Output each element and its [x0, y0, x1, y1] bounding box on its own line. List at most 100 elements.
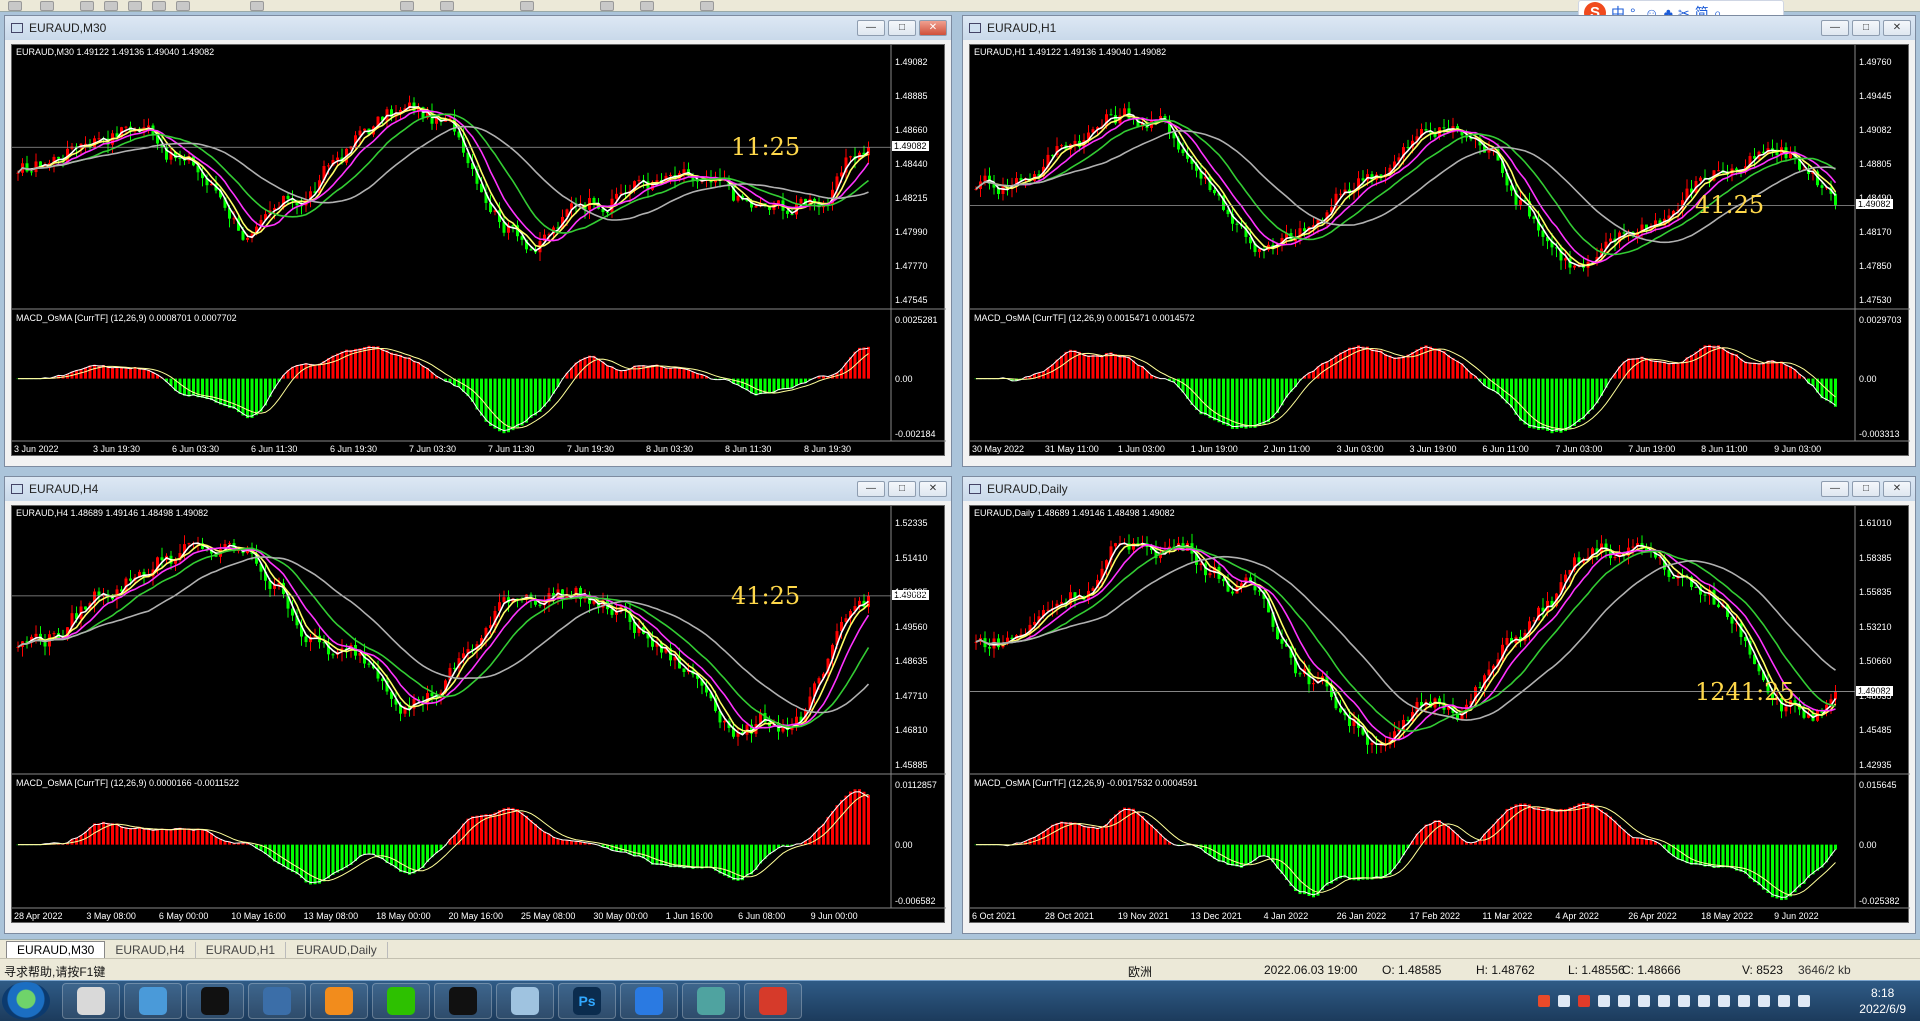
notes-app[interactable] [496, 983, 554, 1019]
clock[interactable]: 8:18 2022/6/9 [1859, 985, 1906, 1017]
close-button[interactable]: ✕ [919, 20, 947, 36]
network-tray-icon[interactable] [1598, 995, 1610, 1007]
chart-window-h4[interactable]: EURAUD,H4 — □ ✕ EURAUD,H4 1.48689 1.4914… [4, 476, 952, 934]
chart-window-m30[interactable]: EURAUD,M30 — □ ✕ EURAUD,M30 1.49122 1.49… [4, 15, 952, 467]
new-chart-icon[interactable] [8, 1, 22, 11]
macd-bar [376, 346, 380, 379]
macd-bar [286, 844, 290, 870]
tab-euraud-m30[interactable]: EURAUD,M30 [6, 941, 106, 958]
candle-body [1280, 639, 1284, 644]
macd-bar [727, 844, 731, 878]
speaker-icon[interactable] [1778, 995, 1790, 1007]
profile-icon[interactable] [80, 1, 94, 11]
candle-body [1694, 586, 1698, 588]
add-indicator-icon[interactable] [600, 1, 614, 11]
zoom-icon[interactable] [176, 1, 190, 11]
refresh-icon[interactable] [640, 1, 654, 11]
tab-euraud-daily[interactable]: EURAUD,Daily [286, 942, 388, 958]
macd-bar [511, 807, 515, 845]
chart-area[interactable]: EURAUD,M30 1.49122 1.49136 1.49040 1.490… [11, 44, 946, 456]
security-tray-icon[interactable] [1638, 995, 1650, 1007]
update-tray-icon[interactable] [1618, 995, 1630, 1007]
macd-bar [1330, 844, 1333, 884]
macd-line [18, 791, 869, 884]
signal-icon[interactable] [1798, 995, 1810, 1007]
minimize-button[interactable]: — [1821, 481, 1849, 497]
navigator-icon[interactable] [152, 1, 166, 11]
wechat-app[interactable] [372, 983, 430, 1019]
monitor-app[interactable] [248, 983, 306, 1019]
macd-bar [1501, 814, 1504, 845]
macd-bar [1114, 354, 1117, 379]
volume-tray-icon[interactable] [1718, 995, 1730, 1007]
chart-area[interactable]: EURAUD,Daily 1.48689 1.49146 1.48498 1.4… [969, 505, 1910, 923]
open-icon[interactable] [40, 1, 54, 11]
minimize-button[interactable]: — [857, 481, 885, 497]
bar-countdown-timer: 11:25 [731, 133, 801, 162]
macd-bar [642, 844, 645, 859]
shield-tray-icon[interactable] [1658, 995, 1670, 1007]
capcut-app[interactable] [434, 983, 492, 1019]
tab-euraud-h4[interactable]: EURAUD,H4 [105, 942, 196, 958]
macd-bar [1546, 378, 1549, 431]
crosshair-icon[interactable] [400, 1, 414, 11]
pen-tray-icon[interactable] [1758, 995, 1770, 1007]
maximize-button[interactable]: □ [1852, 20, 1880, 36]
sogou-tray-icon[interactable] [1538, 995, 1550, 1007]
market-watch-icon[interactable] [104, 1, 118, 11]
chat-tray-icon[interactable] [1678, 995, 1690, 1007]
chart-window-daily[interactable]: EURAUD,Daily — □ ✕ EURAUD,Daily 1.48689 … [962, 476, 1916, 934]
window-titlebar[interactable]: EURAUD,H4 — □ ✕ [5, 477, 951, 501]
macd-bar [399, 844, 402, 872]
price-axis-label: 1.46810 [895, 725, 928, 736]
start-button[interactable] [2, 982, 50, 1020]
candle-body [52, 633, 56, 635]
firefox-app[interactable] [310, 983, 368, 1019]
help-tray-icon[interactable] [1558, 995, 1570, 1007]
maximize-button[interactable]: □ [888, 20, 916, 36]
candle-body [16, 172, 20, 174]
macd-bar [673, 844, 677, 868]
wps-app[interactable] [744, 983, 802, 1019]
photoshop-app[interactable]: Ps [558, 983, 616, 1019]
maximize-button[interactable]: □ [1852, 481, 1880, 497]
chart-area[interactable]: EURAUD,H1 1.49122 1.49136 1.49040 1.4908… [969, 44, 1910, 456]
ime-tray-icon[interactable] [1698, 995, 1710, 1007]
status-time: 2022.06.03 19:00 [1264, 963, 1358, 977]
close-button[interactable]: ✕ [1883, 481, 1911, 497]
window-title: EURAUD,H4 [29, 482, 99, 496]
window-titlebar[interactable]: EURAUD,H1 — □ ✕ [963, 16, 1915, 40]
channel-icon[interactable] [520, 1, 534, 11]
chart-area[interactable]: EURAUD,H4 1.48689 1.49146 1.48498 1.4908… [11, 505, 946, 923]
search-icon[interactable] [700, 1, 714, 11]
macd-bar [1267, 844, 1270, 858]
candle-body [1717, 170, 1720, 172]
close-button[interactable]: ✕ [1883, 20, 1911, 36]
flag-tray-icon[interactable] [1738, 995, 1750, 1007]
expert-icon[interactable] [250, 1, 264, 11]
chart-window-h1[interactable]: EURAUD,H1 — □ ✕ EURAUD,H1 1.49122 1.4913… [962, 15, 1916, 467]
minimize-button[interactable]: — [857, 20, 885, 36]
tab-euraud-h1[interactable]: EURAUD,H1 [196, 942, 287, 958]
macd-bar [1550, 378, 1554, 434]
pen-app[interactable] [620, 983, 678, 1019]
wps-tray-icon[interactable] [1578, 995, 1590, 1007]
photoshop-icon: Ps [573, 987, 601, 1015]
maximize-button[interactable]: □ [888, 481, 916, 497]
macd-bar [1703, 345, 1707, 379]
candle-body [1505, 637, 1509, 645]
minimize-button[interactable]: — [1821, 20, 1849, 36]
candle-body [1406, 147, 1410, 149]
line-icon[interactable] [440, 1, 454, 11]
paint-app[interactable] [62, 983, 120, 1019]
zenith-app[interactable] [186, 983, 244, 1019]
time-axis-label: 30 May 2022 [972, 444, 1025, 454]
pictures-app[interactable] [124, 983, 182, 1019]
close-button[interactable]: ✕ [919, 481, 947, 497]
macd-bar [1438, 820, 1441, 845]
window-titlebar[interactable]: EURAUD,M30 — □ ✕ [5, 16, 951, 40]
window-titlebar[interactable]: EURAUD,Daily — □ ✕ [963, 477, 1915, 501]
trading-app[interactable] [682, 983, 740, 1019]
time-axis-label: 17 Feb 2022 [1409, 911, 1461, 921]
favorites-icon[interactable] [128, 1, 142, 11]
